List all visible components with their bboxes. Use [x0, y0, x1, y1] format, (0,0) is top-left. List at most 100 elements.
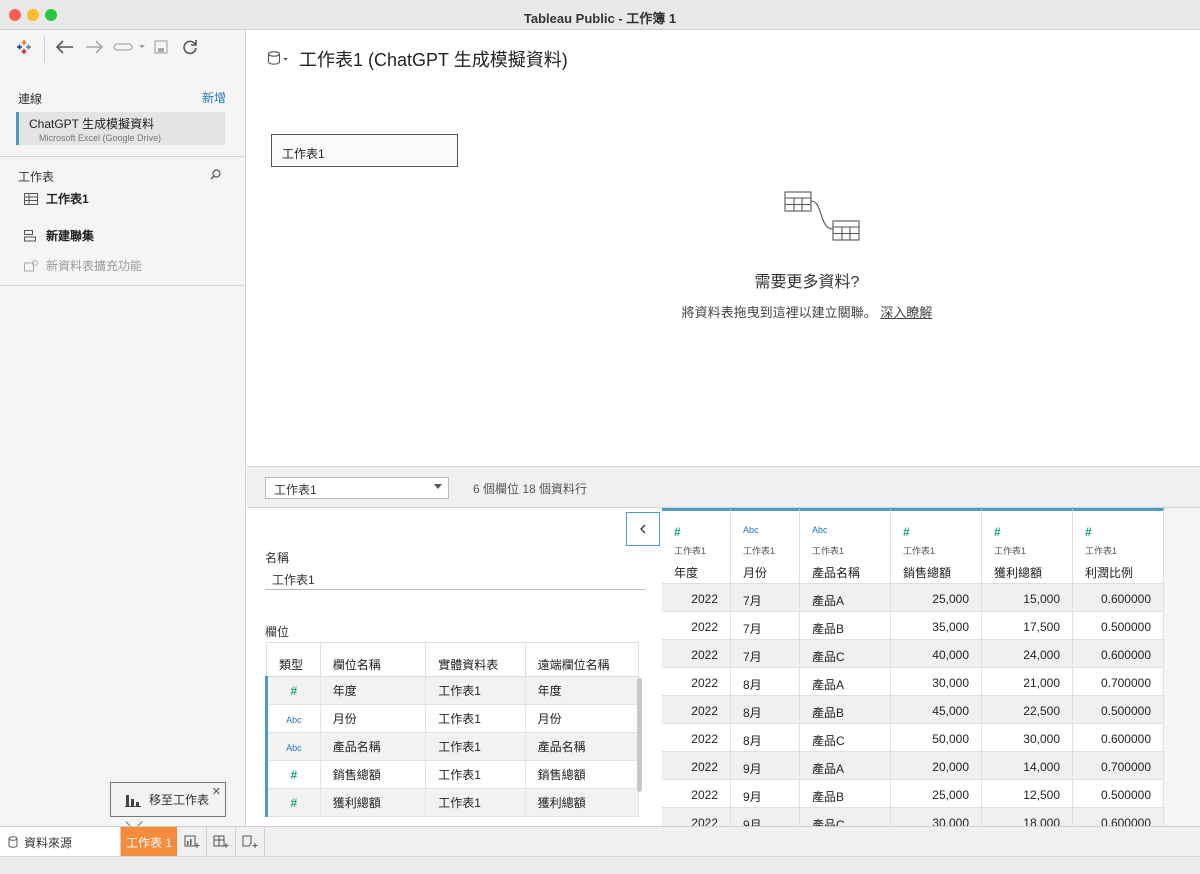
grid-cell: 產品B: [800, 696, 891, 724]
field-row[interactable]: # 獲利總額 工作表1 獲利總額: [265, 788, 640, 817]
learn-more-link[interactable]: 深入瞭解: [880, 305, 932, 320]
new-union-item[interactable]: 新建聯集: [24, 227, 94, 244]
column-source: 工作表1: [743, 546, 776, 556]
grid-column-header[interactable]: # 工作表1 銷售總額: [891, 508, 982, 584]
field-type[interactable]: #: [265, 788, 321, 817]
new-extension-item[interactable]: 新資料表擴充功能: [24, 257, 142, 274]
grid-column-header[interactable]: # 工作表1 利潤比例: [1073, 508, 1164, 584]
close-icon[interactable]: ✕: [212, 785, 221, 798]
string-type-icon[interactable]: Abc: [812, 525, 828, 535]
number-type-icon[interactable]: #: [1085, 525, 1092, 539]
forward-arrow-icon[interactable]: [83, 36, 105, 58]
connection-name: ChatGPT 生成模擬資料: [29, 117, 155, 131]
column-name: 產品名稱: [812, 566, 861, 580]
database-icon[interactable]: [267, 50, 289, 68]
field-physical-table: 工作表1: [425, 788, 526, 817]
column-source: 工作表1: [903, 546, 936, 556]
table-name-field[interactable]: 工作表1: [272, 571, 315, 588]
grid-cell: 0.600000: [1073, 724, 1164, 752]
field-detail-panel: 名稱 工作表1 欄位 類型 欄位名稱 實體資料表 遠端欄位名稱 # 年度 工作表1 年…: [247, 508, 662, 826]
field-row[interactable]: # 年度 工作表1 年度: [265, 676, 640, 705]
number-type-icon[interactable]: #: [903, 525, 910, 539]
field-physical-table: 工作表1: [425, 676, 526, 705]
refresh-icon[interactable]: [180, 36, 200, 58]
grid-cell: 24,000: [982, 640, 1073, 668]
collapse-panel-button[interactable]: [626, 512, 660, 546]
col-header-type[interactable]: 類型: [266, 642, 321, 677]
field-name[interactable]: 獲利總額: [319, 788, 427, 817]
new-worksheet-button[interactable]: [178, 827, 207, 857]
tab-sheet-1[interactable]: 工作表 1: [121, 827, 177, 857]
grid-column-header[interactable]: # 工作表1 獲利總額: [982, 508, 1073, 584]
field-type[interactable]: #: [265, 760, 321, 789]
new-dashboard-button[interactable]: [207, 827, 236, 857]
toolbar-divider: [44, 36, 45, 62]
grid-cell: 50,000: [891, 724, 982, 752]
field-name[interactable]: 月份: [319, 704, 427, 733]
field-remote-name: 月份: [524, 704, 640, 733]
fields-table-header: 類型 欄位名稱 實體資料表 遠端欄位名稱: [266, 642, 640, 677]
col-header-field-name[interactable]: 欄位名稱: [319, 642, 427, 677]
field-row[interactable]: # 銷售總額 工作表1 銷售總額: [265, 760, 640, 789]
grid-cell: 22,500: [982, 696, 1073, 724]
field-type[interactable]: Abc: [265, 704, 321, 733]
connection-item[interactable]: ChatGPT 生成模擬資料 Microsoft Excel (Google D…: [16, 112, 225, 145]
number-type-icon[interactable]: #: [674, 525, 681, 539]
grid-cell: 20,000: [891, 752, 982, 780]
field-type[interactable]: #: [265, 676, 321, 705]
tableau-logo-icon[interactable]: [14, 36, 34, 58]
field-type[interactable]: Abc: [265, 732, 321, 761]
fields-table-body: # 年度 工作表1 年度 Abc 月份 工作表1 月份 Abc 產品名稱 工作表1 產品名稱 # 銷售總額…: [265, 676, 640, 817]
grid-cell: 2022: [662, 752, 731, 780]
grid-cell: 0.700000: [1073, 752, 1164, 780]
field-physical-table: 工作表1: [425, 760, 526, 789]
field-row[interactable]: Abc 月份 工作表1 月份: [265, 704, 640, 733]
field-name[interactable]: 產品名稱: [319, 732, 427, 761]
grid-cell: 21,000: [982, 668, 1073, 696]
sidebar-item-sheet[interactable]: 工作表1: [24, 190, 89, 207]
field-name[interactable]: 銷售總額: [319, 760, 427, 789]
grid-cell: 7月: [731, 640, 800, 668]
bar-chart-icon: [125, 794, 141, 807]
tab-data-source-label: 資料來源: [24, 835, 73, 850]
tab-data-source[interactable]: 資料來源: [0, 827, 121, 857]
string-type-icon[interactable]: Abc: [743, 525, 759, 535]
grid-cell: 產品B: [800, 612, 891, 640]
field-row[interactable]: Abc 產品名稱 工作表1 產品名稱: [265, 732, 640, 761]
column-name: 利潤比例: [1085, 566, 1134, 580]
table-select-value: 工作表1: [274, 483, 317, 497]
tooltip-label: 移至工作表: [149, 793, 210, 807]
add-connection-link[interactable]: 新增: [202, 89, 226, 106]
grid-cell: 15,000: [982, 584, 1073, 612]
table-select[interactable]: 工作表1: [265, 477, 449, 499]
back-arrow-icon[interactable]: [54, 36, 76, 58]
search-icon[interactable]: [210, 169, 221, 183]
col-header-remote-name[interactable]: 遠端欄位名稱: [524, 642, 640, 677]
fields-scrollbar[interactable]: [637, 678, 642, 792]
data-source-menu-icon[interactable]: [112, 36, 146, 58]
string-type-icon: Abc: [286, 742, 302, 753]
column-source: 工作表1: [994, 546, 1027, 556]
grid-cell: 產品C: [800, 808, 891, 826]
grid-cell: 9月: [731, 752, 800, 780]
database-icon: [8, 836, 18, 848]
save-icon[interactable]: [152, 36, 170, 58]
grid-cell: 2022: [662, 668, 731, 696]
new-story-button[interactable]: [236, 827, 265, 857]
grid-cell: 45,000: [891, 696, 982, 724]
column-name: 獲利總額: [994, 566, 1043, 580]
grid-cell: 0.600000: [1073, 808, 1164, 826]
grid-column-header[interactable]: # 工作表1 年度: [662, 508, 731, 584]
grid-column-header[interactable]: Abc 工作表1 月份: [731, 508, 800, 584]
fields-table: 類型 欄位名稱 實體資料表 遠端欄位名稱 # 年度 工作表1 年度 Abc 月份 工作表1 月…: [265, 642, 640, 817]
go-to-sheet-tooltip[interactable]: 移至工作表 ✕: [110, 782, 226, 817]
field-name[interactable]: 年度: [319, 676, 427, 705]
grid-cell: 30,000: [982, 724, 1073, 752]
grid-cell: 30,000: [891, 808, 982, 826]
col-header-physical-table[interactable]: 實體資料表: [425, 642, 526, 677]
sheet-label: 工作表1: [46, 192, 89, 206]
number-type-icon[interactable]: #: [994, 525, 1001, 539]
grid-cell: 8月: [731, 668, 800, 696]
grid-column-header[interactable]: Abc 工作表1 產品名稱: [800, 508, 891, 584]
canvas-table-card[interactable]: 工作表1: [271, 134, 458, 167]
